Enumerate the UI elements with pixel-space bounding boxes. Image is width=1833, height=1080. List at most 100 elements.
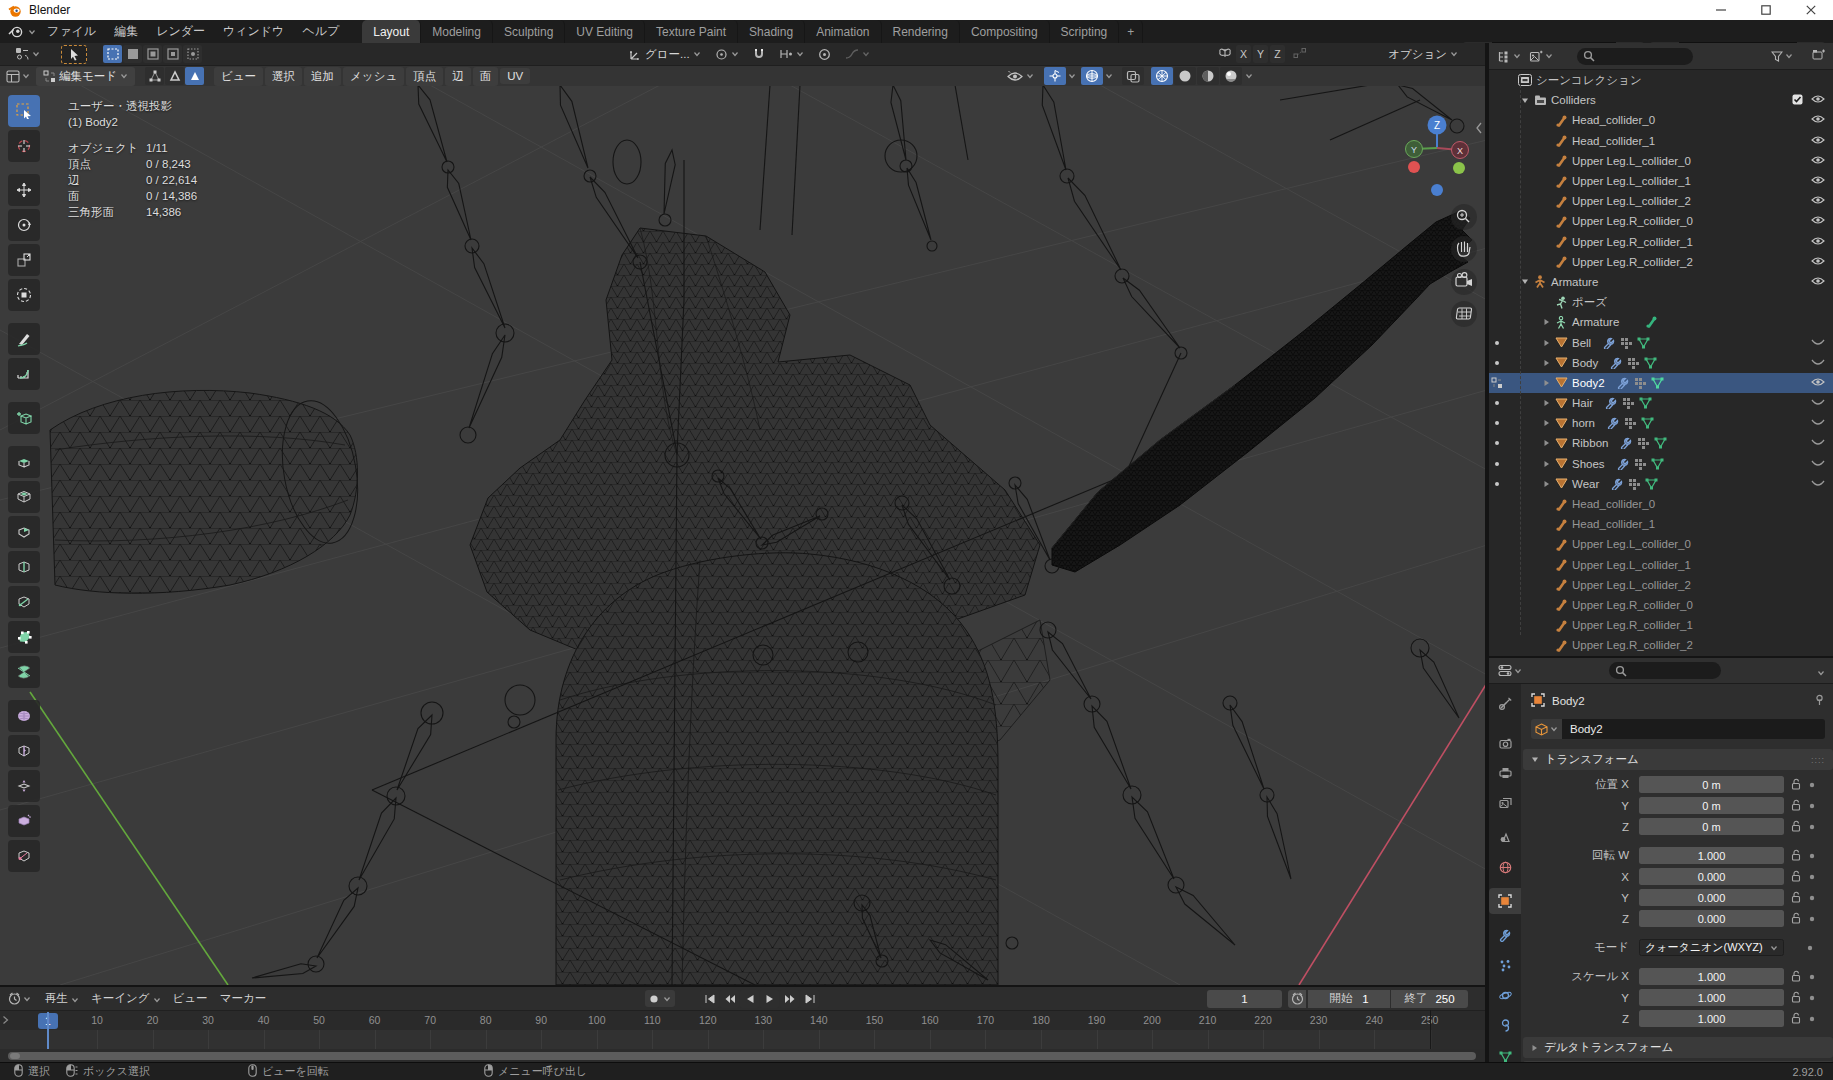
timeline-menu-2[interactable]: ビュー xyxy=(173,991,208,1006)
tab-rendering[interactable]: Rendering xyxy=(882,20,960,43)
hide-eye-icon[interactable] xyxy=(1811,195,1825,207)
tool-move[interactable] xyxy=(8,174,40,206)
tool-cursor[interactable] xyxy=(8,130,40,162)
decorator-dot[interactable] xyxy=(1806,942,1814,954)
hide-eye-icon[interactable] xyxy=(1811,114,1825,126)
select-set-button[interactable] xyxy=(103,45,122,63)
select-invert-button[interactable] xyxy=(163,45,182,63)
xray-toggle[interactable] xyxy=(1122,67,1144,85)
outliner-row-horn[interactable]: horn xyxy=(1489,413,1833,433)
new-collection-button[interactable] xyxy=(1812,47,1825,65)
play-button[interactable] xyxy=(760,990,779,1008)
outliner-row-ポーズ[interactable]: ポーズ xyxy=(1489,292,1833,312)
decorator-dot[interactable] xyxy=(1808,821,1816,833)
tool-randomize[interactable] xyxy=(8,805,40,837)
value-field[interactable]: 0.000 xyxy=(1639,910,1784,927)
decorator-dot[interactable] xyxy=(1808,800,1816,812)
hide-eye-icon[interactable] xyxy=(1811,236,1825,248)
viewport-menu-2[interactable]: 追加 xyxy=(304,67,341,86)
outliner-filter-id-type[interactable] xyxy=(1529,50,1553,63)
decorator-dot[interactable] xyxy=(1808,1013,1816,1025)
hide-eye-icon[interactable] xyxy=(1811,175,1825,187)
properties-tab-viewlayer[interactable] xyxy=(1489,790,1521,816)
tab-scripting[interactable]: Scripting xyxy=(1050,20,1120,43)
select-intersect-button[interactable] xyxy=(183,45,202,63)
tool-loop-cut[interactable] xyxy=(8,551,40,583)
current-frame-field[interactable]: 1 xyxy=(1207,990,1282,1008)
timeline-scrollbar[interactable] xyxy=(8,1052,1476,1060)
outliner-row-Body2[interactable]: Body2 xyxy=(1489,373,1833,393)
pivot-point-dropdown[interactable] xyxy=(708,46,746,63)
active-tool-icon[interactable] xyxy=(8,45,47,63)
tool-annotate[interactable] xyxy=(8,323,40,355)
tab-modeling[interactable]: Modeling xyxy=(421,20,493,43)
tool-rotate[interactable] xyxy=(8,209,40,241)
delta-transform-section[interactable]: デルタトランスフォーム xyxy=(1523,1037,1833,1058)
select-extend-button[interactable] xyxy=(123,45,142,63)
properties-search-input[interactable] xyxy=(1609,662,1721,679)
editor-type-button[interactable] xyxy=(6,70,30,83)
tab-compositing[interactable]: Compositing xyxy=(960,20,1050,43)
add-workspace-button[interactable]: + xyxy=(1119,20,1143,43)
tool-spin[interactable] xyxy=(8,656,40,688)
lock-icon[interactable] xyxy=(1791,870,1801,884)
hide-eye-icon[interactable] xyxy=(1811,94,1825,106)
decorator-dot[interactable] xyxy=(1808,871,1816,883)
outliner-row-Bell[interactable]: Bell xyxy=(1489,332,1833,352)
value-field[interactable]: 1.000 xyxy=(1639,847,1784,864)
outliner-row-Colliders[interactable]: Colliders xyxy=(1489,90,1833,110)
outliner-row-Upper Leg.L_collider_0[interactable]: Upper Leg.L_collider_0 xyxy=(1489,151,1833,171)
auto-keying-toggle[interactable] xyxy=(645,990,675,1007)
restrict-chevron[interactable] xyxy=(1811,458,1825,470)
tool-add-cube[interactable] xyxy=(8,402,40,434)
timeline-expand-arrow[interactable] xyxy=(2,1015,9,1027)
lock-icon[interactable] xyxy=(1791,1012,1801,1026)
restrict-chevron[interactable] xyxy=(1811,437,1825,449)
outliner-row-Armature[interactable]: Armature xyxy=(1489,272,1833,292)
blender-menu-icon[interactable] xyxy=(8,25,36,38)
outliner-row-シーンコレクション[interactable]: シーンコレクション xyxy=(1489,70,1833,90)
mirror-y-button[interactable]: Y xyxy=(1253,45,1268,63)
mesh-hair-dome[interactable] xyxy=(556,553,998,985)
tab-shading[interactable]: Shading xyxy=(738,20,805,43)
tool-knife[interactable] xyxy=(8,586,40,618)
tool-rip-region[interactable] xyxy=(8,840,40,872)
outliner-row-Upper Leg.L_collider_2[interactable]: Upper Leg.L_collider_2 xyxy=(1489,191,1833,211)
properties-tab-constraints[interactable] xyxy=(1489,1012,1521,1038)
outliner-row-Wear[interactable]: Wear xyxy=(1489,474,1833,494)
tool-box-select[interactable] xyxy=(8,95,40,127)
menu-2[interactable]: レンダー xyxy=(147,20,214,43)
proportional-edit-toggle[interactable] xyxy=(811,46,838,63)
overlays-toggle[interactable] xyxy=(1081,67,1103,85)
viewport-menu-4[interactable]: 頂点 xyxy=(406,67,443,86)
hide-eye-icon[interactable] xyxy=(1811,276,1825,288)
properties-tab-render[interactable] xyxy=(1489,730,1521,756)
outliner-row-Upper Leg.R_collider_2[interactable]: Upper Leg.R_collider_2 xyxy=(1489,252,1833,272)
lock-icon[interactable] xyxy=(1791,891,1801,905)
value-field[interactable]: 0.000 xyxy=(1639,889,1784,906)
restrict-chevron[interactable] xyxy=(1811,357,1825,369)
jump-to-start-button[interactable] xyxy=(700,990,719,1008)
mirror-z-button[interactable]: Z xyxy=(1270,45,1285,63)
outliner-row-Hair[interactable]: Hair xyxy=(1489,393,1833,413)
tool-extrude-region[interactable] xyxy=(8,446,40,478)
tab-layout[interactable]: Layout xyxy=(362,20,421,43)
outliner-row-Upper Leg.L_collider_2[interactable]: Upper Leg.L_collider_2 xyxy=(1489,575,1833,595)
menu-4[interactable]: ヘルプ xyxy=(293,20,348,43)
gizmos-toggle[interactable] xyxy=(1044,67,1066,85)
properties-tab-data[interactable] xyxy=(1489,1044,1521,1062)
properties-tab-modifiers[interactable] xyxy=(1489,922,1521,948)
play-reverse-button[interactable] xyxy=(740,990,759,1008)
lock-icon[interactable] xyxy=(1791,799,1801,813)
hide-eye-icon[interactable] xyxy=(1811,256,1825,268)
viewport-menu-5[interactable]: 辺 xyxy=(445,67,471,86)
outliner-row-Shoes[interactable]: Shoes xyxy=(1489,454,1833,474)
timeline-menu-1[interactable]: キーイング xyxy=(91,991,150,1006)
value-field[interactable]: 0 m xyxy=(1639,797,1784,814)
restrict-chevron[interactable] xyxy=(1811,337,1825,349)
decorator-dot[interactable] xyxy=(1808,850,1816,862)
select-subtract-button[interactable] xyxy=(143,45,162,63)
previous-keyframe-button[interactable] xyxy=(720,990,739,1008)
hide-eye-icon[interactable] xyxy=(1811,377,1825,389)
outliner-row-Head_collider_0[interactable]: Head_collider_0 xyxy=(1489,494,1833,514)
